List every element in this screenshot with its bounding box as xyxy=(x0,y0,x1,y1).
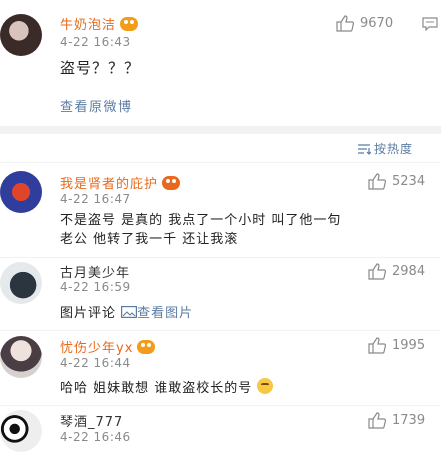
comment-like-button[interactable]: 1995 xyxy=(368,337,425,354)
comment-like-count: 1739 xyxy=(392,413,426,428)
comment-like-count: 1995 xyxy=(392,338,426,353)
weibo-comments-page: 牛奶泡洁 4-22 16:43 9670 盗号？？？ 查看原微博 按热度 我是肾… xyxy=(0,0,441,455)
section-divider xyxy=(0,126,441,134)
comment-icon[interactable] xyxy=(422,17,438,31)
comment-text-line-1: 不是盗号 是真的 我点了一个小时 叫了他一句 xyxy=(60,213,342,228)
thumbs-up-icon xyxy=(368,263,386,280)
comment-like-count: 2984 xyxy=(392,264,426,279)
comment-item: 我是肾者的庇护 4-22 16:47 5234 不是盗号 是真的 我点了一个小时… xyxy=(0,163,441,257)
avatar[interactable] xyxy=(0,410,42,452)
comment-like-button[interactable]: 5234 xyxy=(368,173,425,190)
sort-icon xyxy=(357,143,371,155)
post-username[interactable]: 牛奶泡洁 xyxy=(60,14,139,33)
post-like-count: 9670 xyxy=(360,16,394,31)
view-original-link[interactable]: 查看原微博 xyxy=(60,96,133,115)
thumbs-up-icon xyxy=(368,412,386,429)
comment-item: 古月美少年 4-22 16:59 2984 图片评论 查看图片 xyxy=(0,258,441,330)
view-image-link[interactable]: 查看图片 xyxy=(121,306,193,321)
sort-by-hot-button[interactable]: 按热度 xyxy=(357,140,413,157)
comment-like-count: 5234 xyxy=(392,174,426,189)
post-like-button[interactable]: 9670 xyxy=(336,15,393,32)
comment-time: 4-22 16:47 xyxy=(60,192,131,206)
image-icon xyxy=(121,306,138,318)
username-text[interactable]: 琴酒_777 xyxy=(60,415,123,430)
comment-text-line-2: 老公 他转了我一千 还让我滚 xyxy=(60,232,239,247)
comment-time: 4-22 16:46 xyxy=(60,430,131,444)
comment-username[interactable]: 忧伤少年yx xyxy=(60,337,156,356)
post-content: 盗号？？？ xyxy=(60,59,141,77)
comment-username[interactable]: 古月美少年 xyxy=(60,262,130,281)
username-text[interactable]: 忧伤少年yx xyxy=(60,341,133,356)
vip-badge-icon xyxy=(162,176,181,190)
comment-username[interactable]: 琴酒_777 xyxy=(60,411,123,430)
post-time: 4-22 16:43 xyxy=(60,35,131,49)
comment-like-button[interactable]: 1739 xyxy=(368,412,425,429)
comment-item: 忧伤少年yx 4-22 16:44 1995 哈哈 姐妹敢想 谁敢盗校长的号 xyxy=(0,331,441,405)
sort-bar: 按热度 xyxy=(0,134,441,160)
comment-text: 图片评论 查看图片 xyxy=(60,302,193,321)
avatar[interactable] xyxy=(0,171,42,213)
view-image-text[interactable]: 查看图片 xyxy=(137,306,193,321)
original-post: 牛奶泡洁 4-22 16:43 9670 盗号？？？ 查看原微博 xyxy=(0,0,441,126)
thumbs-up-icon xyxy=(368,337,386,354)
username-text[interactable]: 古月美少年 xyxy=(60,266,130,281)
comment-text-body: 哈哈 姐妹敢想 谁敢盗校长的号 xyxy=(60,381,253,396)
comment-text: 哈哈 姐妹敢想 谁敢盗校长的号 xyxy=(60,377,274,396)
comment-item: 琴酒_777 4-22 16:46 1739 xyxy=(0,406,441,455)
comment-like-button[interactable]: 2984 xyxy=(368,263,425,280)
comment-time: 4-22 16:44 xyxy=(60,356,131,370)
username-text[interactable]: 牛奶泡洁 xyxy=(60,18,116,33)
avatar[interactable] xyxy=(0,14,42,56)
thumbs-up-icon xyxy=(368,173,386,190)
avatar[interactable] xyxy=(0,336,42,378)
avatar[interactable] xyxy=(0,262,42,304)
vip-badge-icon xyxy=(137,340,156,354)
sort-label: 按热度 xyxy=(373,142,413,156)
image-comment-label: 图片评论 xyxy=(60,306,117,321)
vip-badge-icon xyxy=(120,17,139,31)
thumbs-up-icon xyxy=(336,15,354,32)
username-text[interactable]: 我是肾者的庇护 xyxy=(60,177,158,192)
comment-username[interactable]: 我是肾者的庇护 xyxy=(60,173,181,192)
comment-time: 4-22 16:59 xyxy=(60,280,131,294)
smile-emoji-icon xyxy=(257,378,274,394)
